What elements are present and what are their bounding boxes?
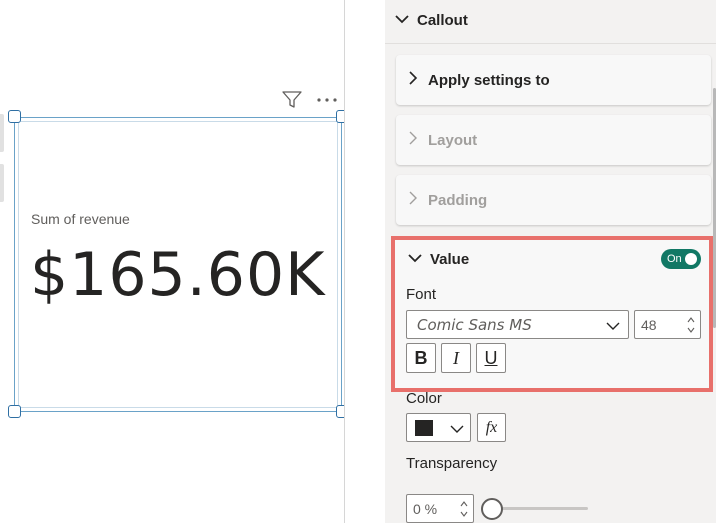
padding-label: Padding <box>428 191 488 209</box>
chevron-down-icon <box>408 250 422 268</box>
color-label: Color <box>406 390 442 407</box>
transparency-value: 0 % <box>413 500 438 517</box>
bold-button[interactable]: B <box>406 343 436 373</box>
callout-section-title: Callout <box>417 11 468 29</box>
card-category-label: Sum of revenue <box>31 211 130 227</box>
value-section-title: Value <box>430 250 470 268</box>
stepper-arrows[interactable] <box>459 497 469 521</box>
layout-section[interactable]: Layout <box>396 115 711 165</box>
italic-button[interactable]: I <box>441 343 471 373</box>
visual-header <box>280 89 340 111</box>
underline-button[interactable]: U <box>476 343 506 373</box>
report-canvas: Sum of revenue $165.60K <box>0 0 349 523</box>
font-label: Font <box>406 286 437 303</box>
font-family-value: Comic Sans MS <box>417 315 532 334</box>
font-size-stepper[interactable]: 48 <box>634 310 701 339</box>
canvas-side-tab[interactable] <box>0 164 4 202</box>
resize-handle-bottom-left[interactable] <box>8 405 21 418</box>
transparency-slider-thumb[interactable] <box>481 498 503 520</box>
value-on-toggle[interactable]: On <box>661 249 701 269</box>
padding-section[interactable]: Padding <box>396 175 711 225</box>
filter-icon[interactable] <box>280 89 304 111</box>
resize-handle-top-left[interactable] <box>8 110 21 123</box>
chevron-down-icon <box>395 11 409 29</box>
transparency-slider-track[interactable] <box>492 507 588 510</box>
chevron-down-icon <box>606 318 620 336</box>
chevron-right-icon <box>408 131 418 150</box>
color-picker-dropdown[interactable] <box>406 413 471 442</box>
card-callout-value: $165.60K <box>30 240 326 310</box>
chevron-down-icon <box>450 421 464 439</box>
chevron-right-icon <box>408 191 418 210</box>
more-options-icon[interactable] <box>314 89 340 111</box>
font-size-value: 48 <box>641 316 657 333</box>
value-section-header[interactable]: Value <box>408 250 469 268</box>
conditional-format-fx-button[interactable]: fx <box>477 413 506 442</box>
canvas-side-tab[interactable] <box>0 114 4 152</box>
transparency-label: Transparency <box>406 455 498 472</box>
toggle-knob <box>685 253 697 265</box>
transparency-stepper[interactable]: 0 % <box>406 494 474 523</box>
section-divider <box>385 43 716 44</box>
chevron-right-icon <box>408 70 418 90</box>
toggle-state-label: On <box>667 253 682 265</box>
layout-label: Layout <box>428 131 478 149</box>
stepper-arrows[interactable] <box>686 313 696 337</box>
callout-section-header[interactable]: Callout <box>395 8 468 32</box>
apply-settings-section[interactable]: Apply settings to <box>396 55 711 105</box>
color-swatch <box>415 420 433 436</box>
apply-settings-label: Apply settings to <box>428 71 550 89</box>
font-family-dropdown[interactable]: Comic Sans MS <box>406 310 629 339</box>
pane-gap <box>345 0 385 523</box>
